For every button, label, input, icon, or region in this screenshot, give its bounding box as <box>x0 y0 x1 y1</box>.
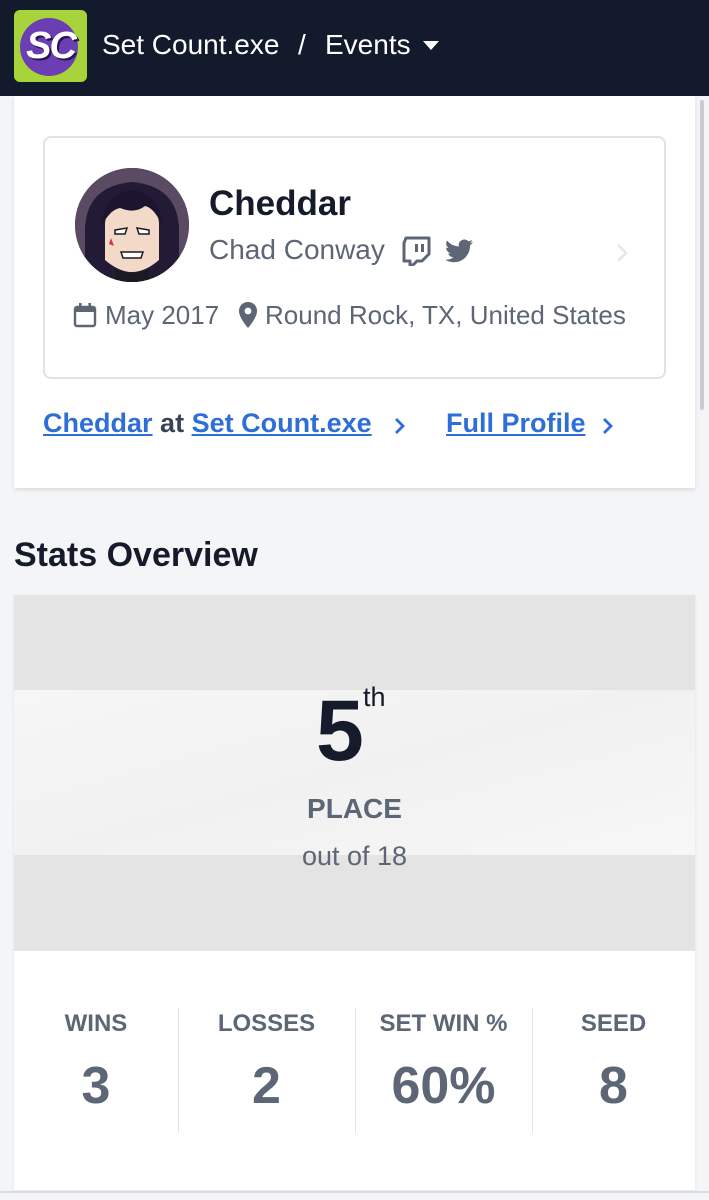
stat-label: WINS <box>64 1010 128 1037</box>
chevron-right-icon[interactable] <box>601 416 615 436</box>
chevron-right-icon[interactable] <box>393 416 407 436</box>
stat-losses: LOSSES 2 <box>178 1010 355 1116</box>
breadcrumb-app-name[interactable]: Set Count.exe <box>102 28 279 62</box>
full-profile-link[interactable]: Full Profile <box>446 408 586 438</box>
stats-overview-heading: Stats Overview <box>14 536 258 574</box>
stat-label: SEED <box>580 1010 647 1037</box>
stat-value: 2 <box>252 1057 281 1115</box>
twitter-icon[interactable] <box>445 238 473 264</box>
player-tag: Cheddar <box>209 184 351 223</box>
bottom-divider <box>0 1191 709 1193</box>
org-link[interactable]: Set Count.exe <box>192 408 372 438</box>
stat-seed: SEED 8 <box>532 1010 695 1116</box>
full-profile-link-row: Full Profile <box>446 408 586 439</box>
placement-out-of: out of 18 <box>301 841 408 871</box>
player-at-org-link-row: Cheddar at Set Count.exe <box>43 408 372 439</box>
breadcrumb-separator: / <box>298 29 306 60</box>
placement-label: PLACE <box>307 793 402 824</box>
stat-label: SET WIN % <box>379 1010 508 1037</box>
logo-text: SC <box>26 25 77 67</box>
player-real-name: Chad Conway <box>209 234 385 265</box>
stat-value: 8 <box>599 1057 628 1115</box>
stat-set-win-percent: SET WIN % 60% <box>355 1010 532 1116</box>
stat-wins: WINS 3 <box>14 1010 178 1116</box>
stat-label: LOSSES <box>217 1010 316 1037</box>
set-count-logo[interactable]: SC <box>14 10 87 82</box>
chevron-right-icon[interactable] <box>613 242 631 264</box>
stats-divider <box>14 950 695 951</box>
player-location: Round Rock, TX, United States <box>265 300 626 330</box>
calendar-icon <box>73 303 97 328</box>
placement-band-top <box>14 595 695 690</box>
breadcrumb-events-dropdown[interactable]: Events <box>325 28 411 62</box>
location-pin-icon <box>239 302 257 328</box>
avatar <box>75 168 189 282</box>
caret-down-icon[interactable] <box>423 41 439 50</box>
joined-date: May 2017 <box>105 300 220 330</box>
top-nav-bar: SC Set Count.exe / Events <box>0 0 709 96</box>
twitch-icon[interactable] <box>402 236 432 266</box>
stat-value: 3 <box>81 1057 111 1115</box>
stat-value: 60% <box>391 1057 496 1115</box>
avatar-image <box>75 168 189 282</box>
placement-number: 5 <box>316 683 364 779</box>
placement-suffix: th <box>363 682 386 712</box>
player-link[interactable]: Cheddar <box>43 408 153 438</box>
at-label: at <box>160 408 185 438</box>
scrollbar[interactable] <box>700 100 704 410</box>
